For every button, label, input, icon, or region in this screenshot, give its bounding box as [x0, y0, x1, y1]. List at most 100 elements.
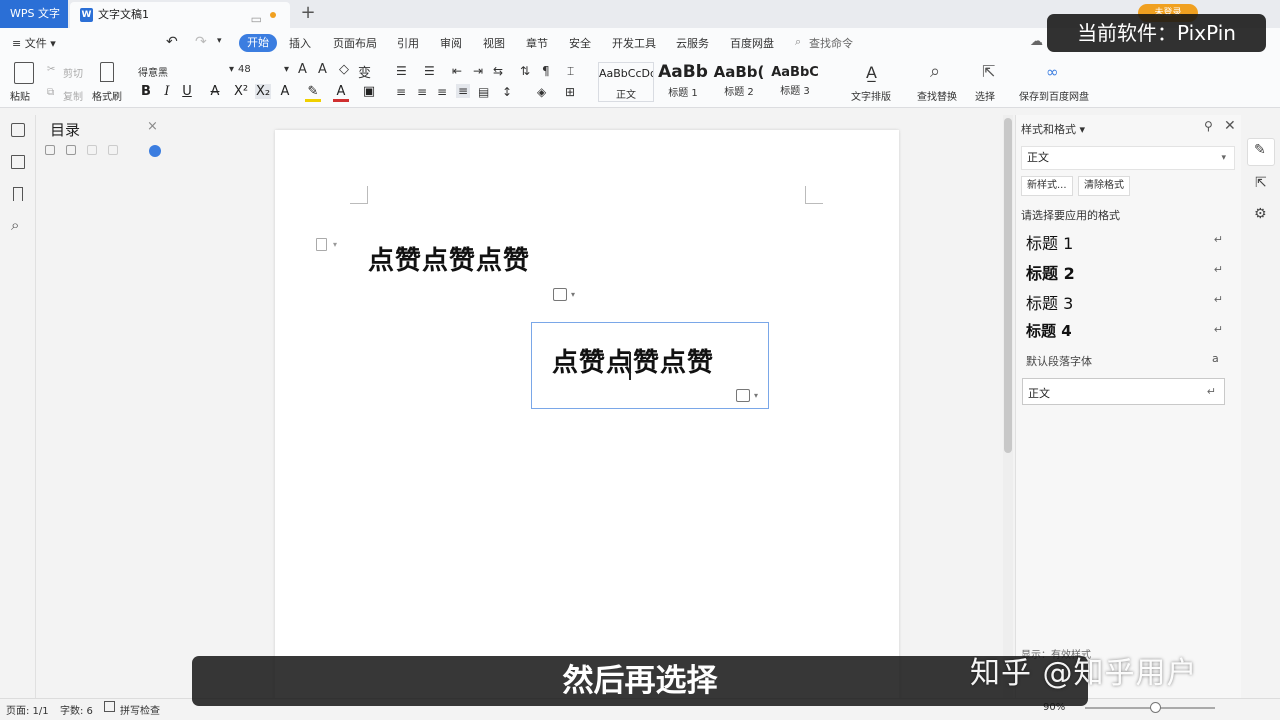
style-normal[interactable]: AaBbCcDd 正文 [598, 62, 654, 102]
command-search[interactable]: 查找命令 [809, 35, 853, 51]
justify-icon[interactable]: ≡ [456, 84, 471, 98]
zoom-slider-handle[interactable] [1150, 702, 1161, 713]
scrollbar-thumb[interactable] [1004, 118, 1012, 453]
paste-button[interactable]: 粘贴 [10, 88, 30, 103]
search-nav-icon[interactable]: ⌕ [11, 218, 25, 233]
shading-icon[interactable]: ◈ [537, 85, 546, 99]
tab-start[interactable]: 开始 [239, 34, 277, 52]
style-heading-3[interactable]: AaBbC 标题 3 [767, 62, 823, 102]
char-border-icon[interactable]: ▣ [361, 84, 377, 99]
app-tab[interactable]: WPS 文字 [0, 0, 68, 28]
document-page[interactable] [275, 130, 899, 710]
word-count[interactable]: 字数: 6 [60, 702, 93, 717]
grow-font-icon[interactable]: A [298, 62, 307, 77]
close-icon[interactable]: ✕ [1224, 118, 1236, 134]
font-size-chevron-icon[interactable]: ▾ [284, 64, 289, 75]
text-effect-icon[interactable]: A [277, 84, 293, 99]
superscript-icon[interactable]: X² [233, 84, 249, 99]
select-cursor-icon[interactable]: ⇱ [1255, 175, 1267, 191]
document-tab[interactable]: W 文字文稿1 ▭ [70, 2, 290, 28]
font-size-select[interactable]: 48 [238, 64, 251, 75]
outline-nav-icon[interactable] [11, 123, 25, 137]
style-heading-1[interactable]: AaBb 标题 1 [655, 62, 711, 102]
phonetic-guide-icon[interactable]: 变 [358, 62, 371, 81]
italic-icon[interactable]: I [159, 84, 175, 99]
borders-icon[interactable]: ⊞ [565, 85, 575, 99]
pen-icon[interactable]: ✎ [1254, 142, 1266, 158]
bold-icon[interactable]: B [138, 84, 154, 99]
new-style-button[interactable]: 新样式... [1021, 176, 1073, 196]
font-name-select[interactable]: 得意黑 [138, 64, 228, 79]
paste-options-chevron-icon[interactable]: ▾ [754, 391, 758, 400]
clear-format-icon[interactable]: ◇ [339, 62, 349, 77]
collapse-icon[interactable] [66, 145, 76, 155]
style-item-heading-2[interactable]: 标题 2 ↵ [1021, 257, 1233, 285]
spellcheck-toggle[interactable]: 拼写检查 [120, 702, 160, 717]
style-item-heading-1[interactable]: 标题 1 ↵ [1021, 227, 1233, 255]
tab-view[interactable]: 视图 [483, 35, 505, 51]
decrease-indent-icon[interactable]: ⇤ [452, 64, 462, 78]
styles-panel-title[interactable]: 样式和格式 ▾ [1021, 121, 1085, 137]
paste-options-icon[interactable] [553, 288, 567, 301]
shrink-font-icon[interactable]: A [318, 62, 327, 77]
new-tab-button[interactable]: + [298, 2, 318, 24]
tab-cloud-service[interactable]: 云服务 [676, 35, 709, 51]
find-replace-button[interactable]: 查找替换 [917, 88, 957, 103]
style-heading-2[interactable]: AaBb( 标题 2 [711, 62, 767, 102]
smart-outline-icon[interactable] [149, 145, 161, 157]
text-box-content[interactable]: 点赞点赞点赞 [552, 342, 714, 379]
bullet-list-icon[interactable]: ☰ [396, 64, 407, 78]
paragraph-handle-icon[interactable] [316, 238, 327, 251]
style-item-heading-3[interactable]: 标题 3 ↵ [1021, 287, 1233, 315]
font-name-chevron-icon[interactable]: ▾ [229, 64, 234, 75]
find-replace-icon[interactable]: ⌕ [930, 61, 940, 82]
style-item-normal[interactable]: 正文 ↵ [1022, 378, 1225, 405]
show-marks-icon[interactable]: ¶ [542, 64, 550, 78]
align-center-icon[interactable]: ≡ [417, 85, 427, 99]
document-paragraph[interactable]: 点赞点赞点赞 [368, 240, 530, 277]
paragraph-handle-chevron-icon[interactable]: ▾ [333, 240, 337, 249]
paste-options-chevron-icon[interactable]: ▾ [571, 290, 575, 299]
select-button[interactable]: 选择 [975, 88, 995, 103]
cloud-sync-icon[interactable]: ☁ [1030, 34, 1043, 49]
style-item-default-font[interactable]: 默认段落字体 [1026, 353, 1092, 369]
tab-developer[interactable]: 开发工具 [612, 35, 656, 51]
tab-stops-icon[interactable]: ⌶ [567, 64, 574, 79]
style-item-heading-4[interactable]: 标题 4 ↵ [1021, 317, 1233, 345]
text-layout-button[interactable]: 文字排版 [851, 88, 891, 103]
align-right-icon[interactable]: ≡ [437, 85, 447, 99]
align-left-icon[interactable]: ≡ [396, 85, 406, 99]
line-spacing-icon[interactable]: ↕ [502, 85, 512, 99]
undo-icon[interactable]: ↶ [166, 34, 178, 50]
save-to-baidu-button[interactable]: 保存到百度网盘 [1019, 88, 1089, 103]
expand-icon[interactable] [45, 145, 55, 155]
format-painter-icon[interactable] [100, 62, 114, 82]
tab-chapter[interactable]: 章节 [526, 35, 548, 51]
copy-icon[interactable]: ⧉ [47, 87, 54, 98]
tab-insert[interactable]: 插入 [289, 35, 311, 51]
chinese-layout-icon[interactable]: ⇆ [493, 64, 503, 78]
pin-icon[interactable]: ⚲ [1204, 119, 1213, 133]
tab-security[interactable]: 安全 [569, 35, 591, 51]
highlight-icon[interactable]: ✎ [305, 84, 321, 102]
text-layout-icon[interactable]: A̲ [866, 63, 877, 82]
tab-page-layout[interactable]: 页面布局 [333, 35, 377, 51]
paste-options-icon[interactable] [736, 389, 750, 402]
cut-button[interactable]: 剪切 [63, 65, 83, 80]
customize-quick-access-icon[interactable]: ▾ [217, 36, 222, 46]
file-menu[interactable]: ≡ 文件 ▾ [12, 35, 56, 51]
settings-sliders-icon[interactable]: ⚙ [1254, 206, 1267, 222]
remove-heading-icon[interactable] [108, 145, 118, 155]
select-cursor-icon[interactable]: ⇱ [982, 62, 995, 81]
clear-format-button[interactable]: 清除格式 [1078, 176, 1130, 196]
bookmark-icon[interactable] [13, 187, 23, 201]
page-count[interactable]: 页面: 1/1 [6, 702, 49, 717]
add-heading-icon[interactable] [87, 145, 97, 155]
subscript-icon[interactable]: X₂ [255, 84, 271, 99]
cut-icon[interactable]: ✂ [47, 64, 55, 75]
tab-review[interactable]: 审阅 [440, 35, 462, 51]
tab-references[interactable]: 引用 [397, 35, 419, 51]
close-icon[interactable]: × [147, 119, 158, 134]
sort-icon[interactable]: ⇅ [520, 64, 530, 78]
checkbox-icon[interactable] [104, 701, 115, 712]
